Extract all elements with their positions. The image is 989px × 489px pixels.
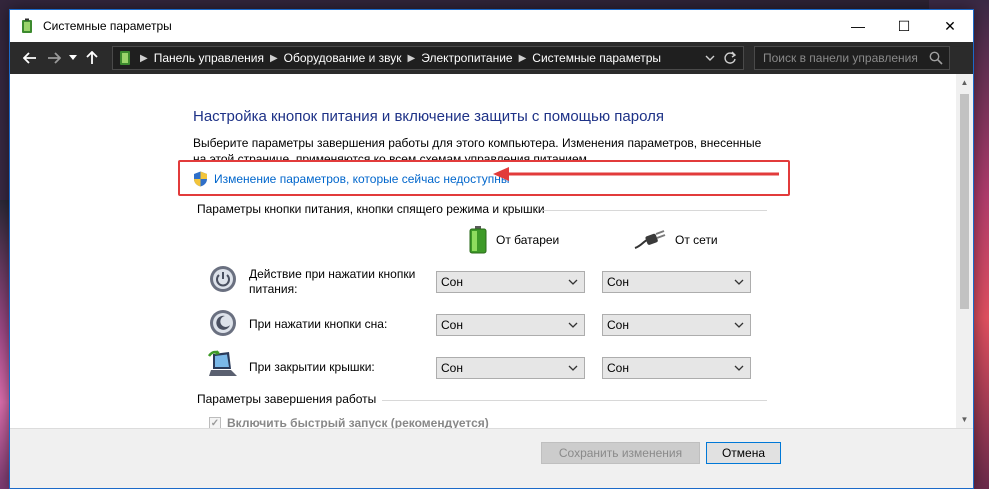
section-divider [542, 210, 767, 211]
sleep-button-battery-select[interactable]: Сон [436, 314, 585, 336]
window-title: Системные параметры [43, 19, 172, 33]
navigation-bar: ▶ Панель управления ▶ Оборудование и зву… [10, 42, 973, 74]
change-link-label[interactable]: Изменение параметров, которые сейчас нед… [214, 172, 510, 186]
address-dropdown-icon[interactable] [705, 50, 715, 66]
ac-column-label: От сети [675, 233, 718, 247]
save-changes-button[interactable]: Сохранить изменения [541, 442, 700, 464]
maximize-button[interactable]: ☐ [881, 10, 927, 42]
breadcrumb-power-options[interactable]: Электропитание [421, 51, 512, 65]
breadcrumb-separator-icon: ▶ [269, 52, 278, 64]
power-button-battery-select[interactable]: Сон [436, 271, 585, 293]
recent-locations-button[interactable] [66, 55, 80, 61]
laptop-lid-icon [207, 350, 237, 376]
power-plug-icon [634, 230, 666, 249]
up-arrow-icon [86, 51, 98, 64]
power-button-action-label: Действие при нажатии кнопки питания: [249, 267, 416, 296]
sleep-button-ac-select[interactable]: Сон [602, 314, 751, 336]
page-title: Настройка кнопок питания и включение защ… [193, 108, 664, 125]
search-placeholder: Поиск в панели управления [763, 51, 918, 65]
lid-close-ac-value: Сон [607, 361, 629, 375]
scroll-up-icon[interactable]: ▲ [956, 74, 973, 91]
address-bar[interactable]: ▶ Панель управления ▶ Оборудование и зву… [112, 46, 744, 70]
breadcrumb-hardware-sound[interactable]: Оборудование и звук [284, 51, 402, 65]
power-options-icon [22, 18, 32, 33]
forward-arrow-icon [48, 52, 61, 64]
close-button[interactable]: ✕ [927, 10, 973, 42]
forward-button[interactable] [42, 46, 66, 70]
chevron-down-icon [568, 279, 578, 285]
breadcrumb-control-panel[interactable]: Панель управления [154, 51, 264, 65]
scroll-down-icon[interactable]: ▼ [956, 411, 973, 428]
breadcrumb-separator-icon: ▶ [407, 52, 416, 64]
shutdown-section-title: Параметры завершения работы [197, 392, 377, 406]
vertical-scrollbar[interactable]: ▲ ▼ [956, 74, 973, 428]
lid-close-battery-select[interactable]: Сон [436, 357, 585, 379]
breadcrumb-separator-icon: ▶ [140, 52, 148, 64]
control-panel-window: Системные параметры — ☐ ✕ ▶ Панель управ… [9, 9, 974, 489]
chevron-down-icon [568, 322, 578, 328]
content-area: Настройка кнопок питания и включение защ… [10, 74, 956, 430]
sleep-button-battery-value: Сон [441, 318, 463, 332]
lid-close-action-label: При закрытии крышки: [249, 360, 375, 374]
control-panel-icon [120, 51, 130, 65]
lid-close-ac-select[interactable]: Сон [602, 357, 751, 379]
close-icon: ✕ [944, 17, 956, 34]
red-arrow-icon [493, 167, 779, 181]
section-divider [382, 400, 767, 401]
search-icon [929, 51, 943, 65]
title-bar: Системные параметры — ☐ ✕ [10, 10, 973, 42]
chevron-down-icon [69, 55, 77, 60]
power-button-battery-value: Сон [441, 275, 463, 289]
lid-close-battery-value: Сон [441, 361, 463, 375]
power-buttons-section-title: Параметры кнопки питания, кнопки спящего… [197, 202, 545, 216]
sleep-button-icon [210, 310, 236, 336]
chevron-down-icon [568, 365, 578, 371]
scroll-thumb[interactable] [960, 94, 969, 309]
up-button[interactable] [80, 46, 104, 70]
maximize-icon: ☐ [897, 17, 911, 34]
power-button-ac-select[interactable]: Сон [602, 271, 751, 293]
refresh-icon[interactable] [723, 50, 737, 66]
power-button-ac-value: Сон [607, 275, 629, 289]
address-bar-actions [705, 50, 737, 66]
chevron-down-icon [734, 322, 744, 328]
change-unavailable-settings-link[interactable]: Изменение параметров, которые сейчас нед… [193, 171, 510, 187]
breadcrumb-system-settings[interactable]: Системные параметры [532, 51, 661, 65]
sleep-button-action-label: При нажатии кнопки сна: [249, 317, 388, 331]
breadcrumb-separator-icon: ▶ [518, 52, 527, 64]
back-button[interactable] [18, 46, 42, 70]
search-input[interactable]: Поиск в панели управления [754, 46, 950, 70]
page-description: Выберите параметры завершения работы для… [193, 136, 762, 161]
battery-icon [469, 226, 487, 254]
minimize-icon: — [851, 18, 865, 34]
minimize-button[interactable]: — [835, 10, 881, 42]
power-button-icon [210, 266, 236, 292]
uac-shield-icon [194, 171, 207, 187]
ac-column-header: От сети [633, 230, 718, 250]
sleep-button-ac-value: Сон [607, 318, 629, 332]
battery-column-label: От батареи [496, 233, 560, 247]
back-arrow-icon [23, 52, 36, 64]
cancel-button[interactable]: Отмена [706, 442, 781, 464]
chevron-down-icon [734, 279, 744, 285]
window-controls: — ☐ ✕ [835, 10, 973, 42]
chevron-down-icon [734, 365, 744, 371]
battery-column-header: От батареи [468, 226, 559, 254]
footer-bar: Сохранить изменения Отмена [10, 428, 973, 488]
